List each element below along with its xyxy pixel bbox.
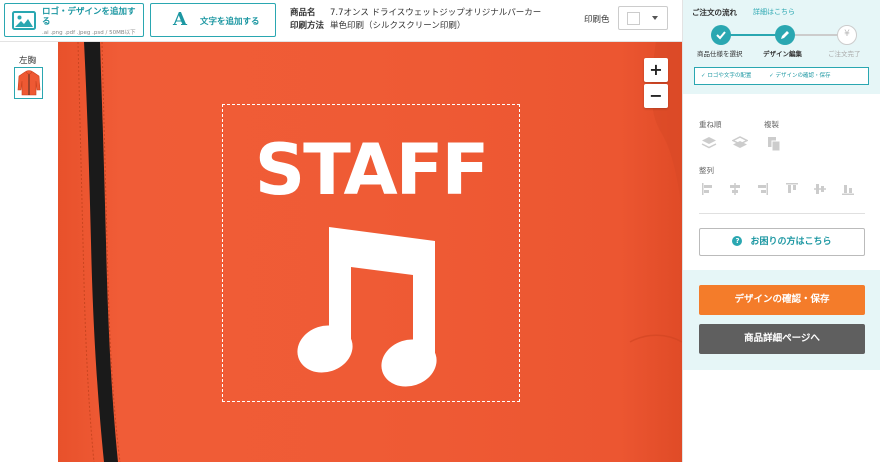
duplicate-label: 複製 [764,120,779,129]
upload-formats-note: .ai .png .pdf .jpeg .psd / 50MB以下 [42,30,136,36]
pencil-icon [781,31,789,39]
product-detail-button[interactable]: 商品詳細ページへ [699,324,865,354]
question-icon: ? [732,236,743,246]
align-label: 整列 [699,166,714,175]
add-logo-label: ロゴ・デザインを追加する [42,7,136,27]
right-panel-footer [683,370,880,462]
confirm-save-button[interactable]: デザインの確認・保存 [699,285,865,315]
zoom-in-button[interactable]: + [644,58,668,82]
layer-order-label: 重ね順 [699,120,722,129]
print-color-label: 印刷色 [584,15,610,25]
duplicate-icon[interactable] [767,136,781,152]
order-flow: ご注文の流れ 詳細はこちら ¥ 商品仕様を選択 デザイン編集 ご注文完了 ✓ ロ… [683,0,880,94]
step-3-indicator: ¥ [837,25,857,45]
action-area: デザインの確認・保存 商品詳細ページへ [683,270,880,370]
align-bottom-icon[interactable] [841,182,855,196]
hoodie-icon [17,70,41,96]
text-icon: A [173,9,187,30]
print-method: 単色印刷（シルクスクリーン印刷） [330,20,466,31]
design-canvas[interactable]: + − STAFF [58,42,682,462]
print-position-list: 左胸 [0,42,58,462]
substep-1: ✓ ロゴや文字の配置 [701,73,752,79]
image-icon [12,11,36,30]
step-1-label: 商品仕様を選択 [697,50,743,58]
add-text-button[interactable]: A 文字を追加する [150,3,276,37]
position-label-left-chest: 左胸 [19,56,37,66]
align-middle-icon[interactable] [813,182,827,196]
zoom-out-button[interactable]: − [644,84,668,108]
tools-divider [699,213,865,214]
step-3-label: ご注文完了 [828,50,861,58]
align-top-icon[interactable] [785,182,799,196]
product-name-key: 商品名 [290,8,316,18]
print-method-key: 印刷方法 [290,20,325,31]
align-left-icon[interactable] [701,182,715,196]
product-name: 7.7オンス ドライスウェットジップオリジナルパーカー [330,8,542,18]
step-1-indicator [711,25,731,45]
add-logo-button[interactable]: ロゴ・デザインを追加する .ai .png .pdf .jpeg .psd / … [4,3,144,37]
chevron-down-icon [652,16,658,20]
edit-tools: 重ね順 複製 整列 ? お困りの方はこちら [683,94,880,270]
add-text-label: 文字を追加する [200,17,260,27]
step-2-indicator [775,25,795,45]
align-center-icon[interactable] [728,182,742,196]
order-flow-title: ご注文の流れ [692,8,737,17]
design-selection-box[interactable]: STAFF [222,104,520,402]
position-thumbnail-left-chest[interactable] [14,67,43,99]
bring-forward-icon[interactable] [701,136,717,150]
design-substeps: ✓ ロゴや文字の配置 ✓ デザインの確認・保存 [694,67,869,85]
help-button[interactable]: ? お困りの方はこちら [699,228,865,256]
check-icon [716,31,726,40]
substep-2: ✓ デザインの確認・保存 [769,73,831,79]
product-info: 商品名 7.7オンス ドライスウェットジップオリジナルパーカー 印刷方法 単色印刷（… [290,7,541,32]
send-backward-icon[interactable] [732,136,748,150]
design-text[interactable]: STAFF [223,135,519,205]
print-color-select[interactable] [618,6,668,30]
step-2-label: デザイン編集 [763,50,802,58]
order-flow-detail-link[interactable]: 詳細はこちら [753,7,795,17]
top-toolbar: ロゴ・デザインを追加する .ai .png .pdf .jpeg .psd / … [0,0,682,42]
music-note-icon[interactable] [297,227,447,389]
align-right-icon[interactable] [755,182,769,196]
print-color-swatch [627,12,640,25]
help-button-label: お困りの方はこちら [750,237,832,247]
right-panel: ご注文の流れ 詳細はこちら ¥ 商品仕様を選択 デザイン編集 ご注文完了 ✓ ロ… [682,0,880,462]
yen-icon: ¥ [844,29,850,39]
